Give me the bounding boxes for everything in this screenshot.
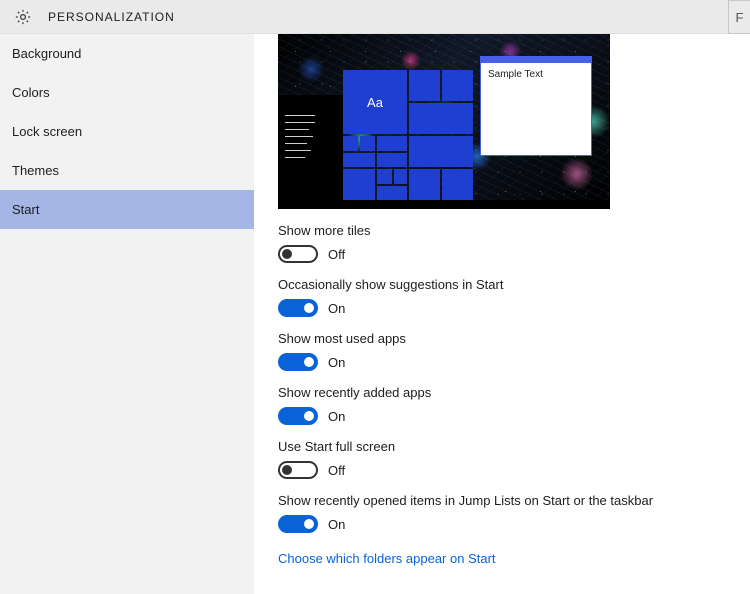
page-title: PERSONALIZATION <box>48 10 175 24</box>
setting-show-jump-lists: Show recently opened items in Jump Lists… <box>278 493 750 533</box>
sidebar-item-start[interactable]: Start <box>0 190 254 229</box>
toggle-use-start-fullscreen[interactable] <box>278 461 318 479</box>
link-choose-folders[interactable]: Choose which folders appear on Start <box>278 551 496 566</box>
main-content: Aa Sample Text Show more tiles Off Occas… <box>254 34 750 594</box>
start-preview-thumbnail: Aa Sample Text <box>278 34 610 209</box>
sidebar-item-label: Lock screen <box>12 124 82 139</box>
preview-start-panel <box>278 95 343 200</box>
sidebar-item-lock-screen[interactable]: Lock screen <box>0 112 254 151</box>
toggle-show-jump-lists[interactable] <box>278 515 318 533</box>
setting-label: Show recently added apps <box>278 385 750 400</box>
sidebar-item-label: Start <box>12 202 39 217</box>
setting-show-recently-added: Show recently added apps On <box>278 385 750 425</box>
toggle-state-text: On <box>328 409 345 424</box>
setting-label: Show recently opened items in Jump Lists… <box>278 493 750 508</box>
toggle-show-most-used[interactable] <box>278 353 318 371</box>
header-bar: PERSONALIZATION F <box>0 0 750 34</box>
preview-tile-text: Aa <box>367 95 383 110</box>
header-right-button[interactable]: F <box>728 0 750 34</box>
setting-label: Show most used apps <box>278 331 750 346</box>
toggle-state-text: Off <box>328 463 345 478</box>
sidebar-item-label: Colors <box>12 85 50 100</box>
preview-taskbar <box>278 200 610 209</box>
preview-tiles: Aa <box>343 70 473 200</box>
setting-label: Show more tiles <box>278 223 750 238</box>
toggle-state-text: On <box>328 301 345 316</box>
sidebar-item-label: Background <box>12 46 81 61</box>
setting-show-most-used: Show most used apps On <box>278 331 750 371</box>
setting-label: Use Start full screen <box>278 439 750 454</box>
toggle-show-recently-added[interactable] <box>278 407 318 425</box>
toggle-state-text: On <box>328 517 345 532</box>
toggle-show-suggestions[interactable] <box>278 299 318 317</box>
preview-sample-window-text: Sample Text <box>481 63 591 86</box>
sidebar: Background Colors Lock screen Themes Sta… <box>0 34 254 594</box>
sidebar-item-themes[interactable]: Themes <box>0 151 254 190</box>
setting-show-suggestions: Occasionally show suggestions in Start O… <box>278 277 750 317</box>
setting-use-start-fullscreen: Use Start full screen Off <box>278 439 750 479</box>
sidebar-item-colors[interactable]: Colors <box>0 73 254 112</box>
toggle-state-text: On <box>328 355 345 370</box>
toggle-show-more-tiles[interactable] <box>278 245 318 263</box>
setting-show-more-tiles: Show more tiles Off <box>278 223 750 263</box>
header-right-char: F <box>736 10 744 25</box>
sidebar-item-label: Themes <box>12 163 59 178</box>
toggle-state-text: Off <box>328 247 345 262</box>
settings-gear-icon <box>14 8 32 26</box>
sidebar-item-background[interactable]: Background <box>0 34 254 73</box>
setting-label: Occasionally show suggestions in Start <box>278 277 750 292</box>
preview-sample-window: Sample Text <box>480 56 592 156</box>
